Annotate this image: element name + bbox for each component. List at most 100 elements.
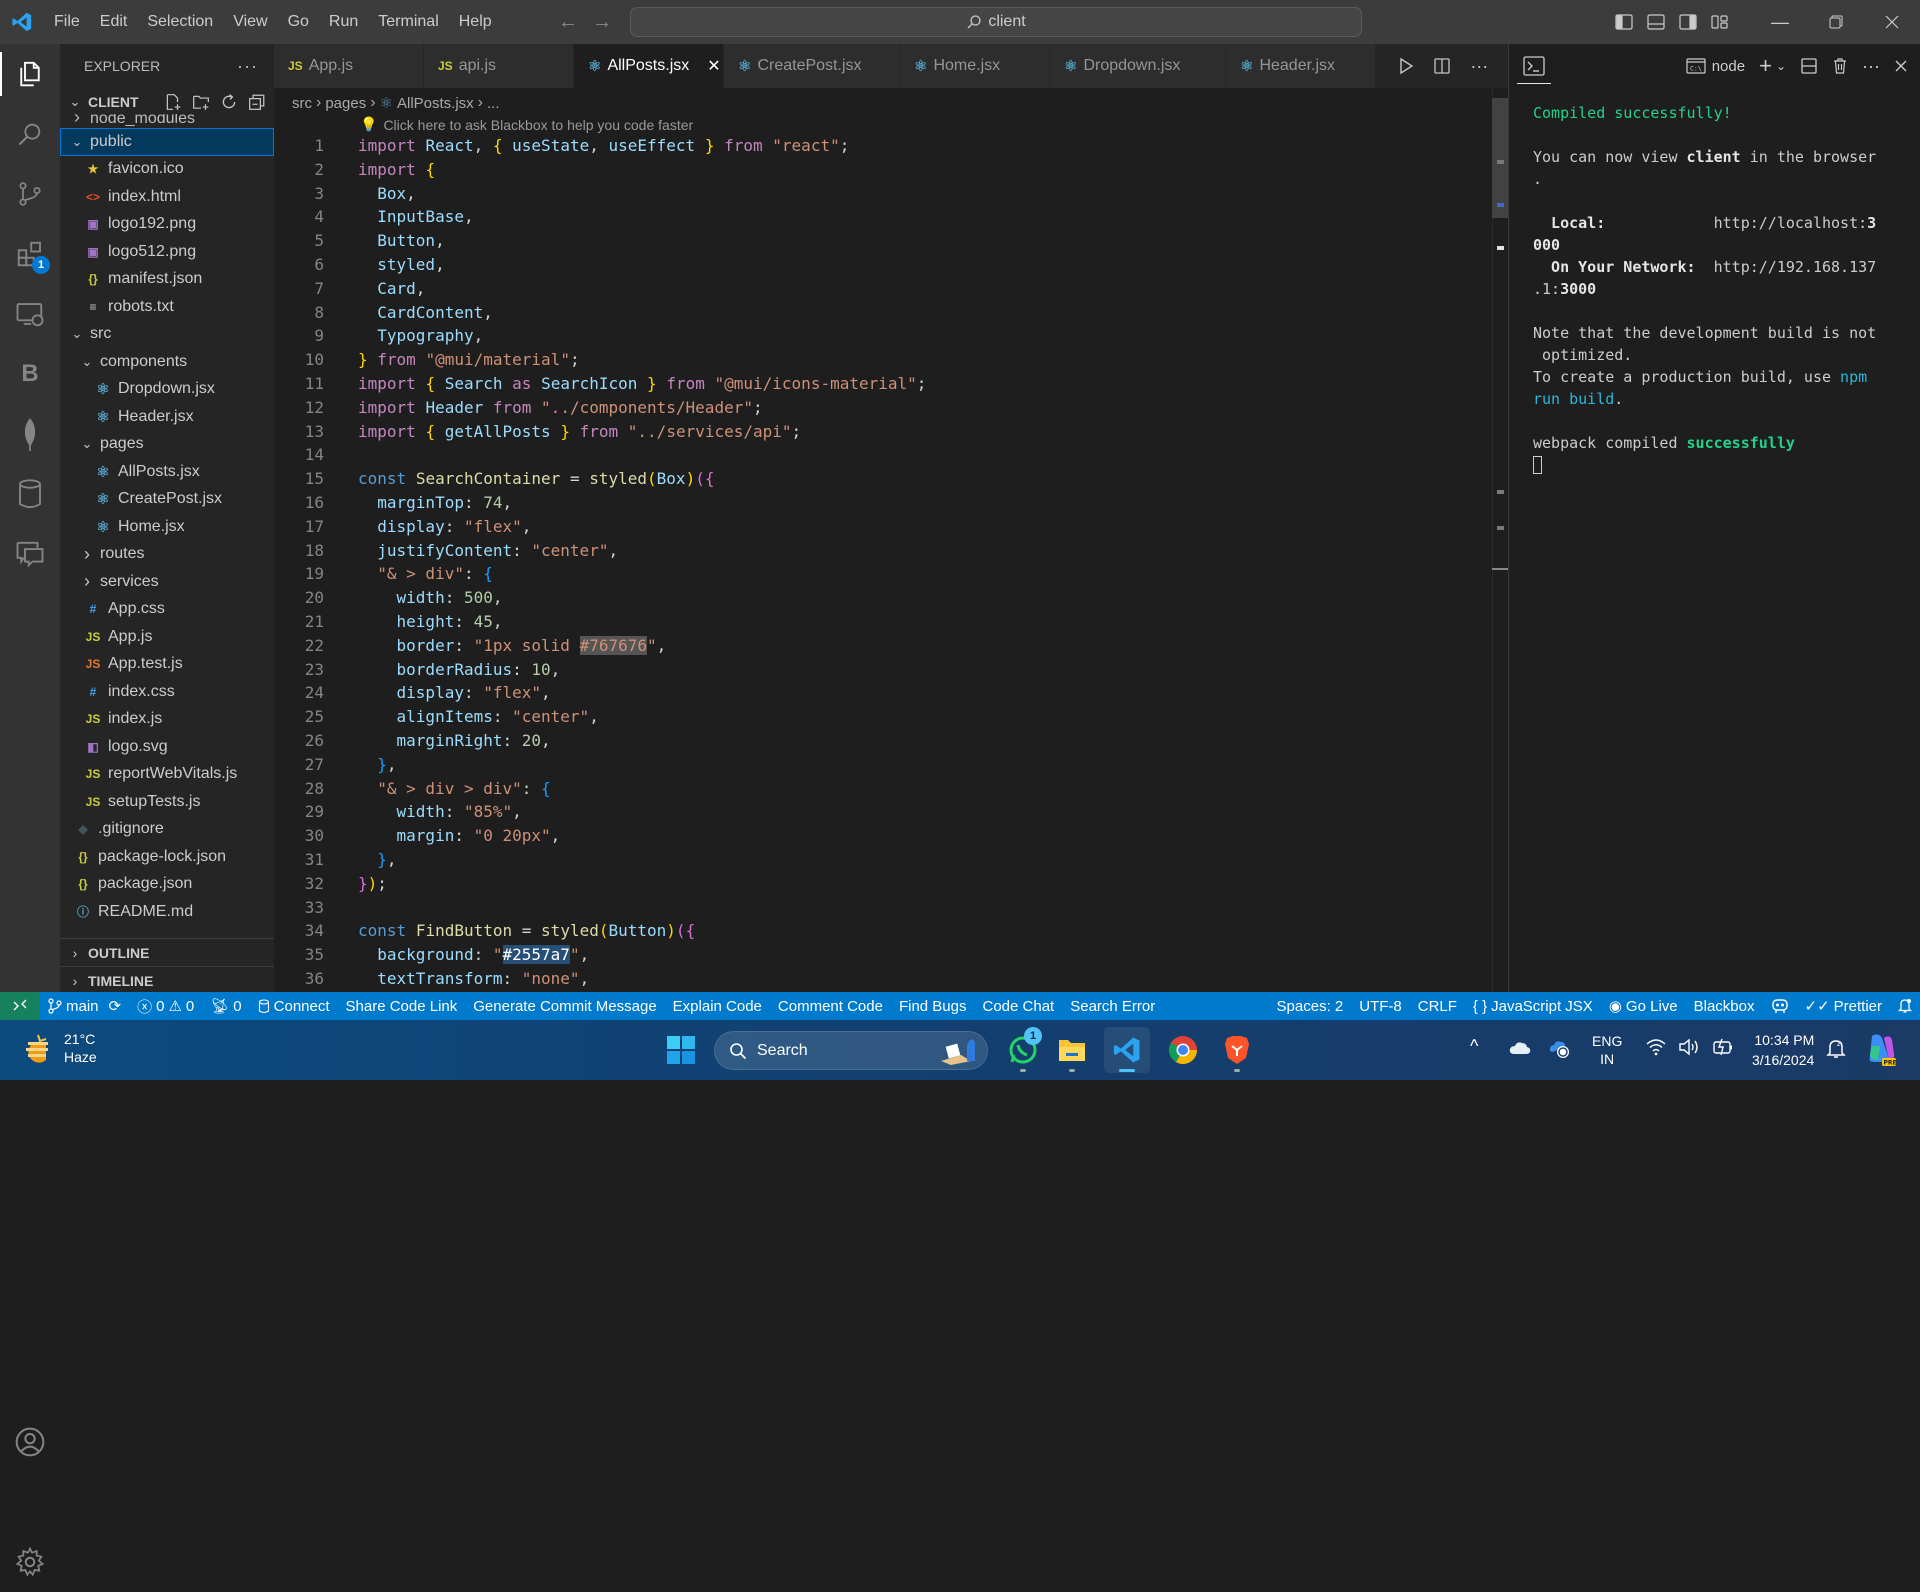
menu-file[interactable]: File xyxy=(44,0,90,44)
ports-indicator[interactable]: 📡︎ 0 xyxy=(202,997,249,1016)
customize-layout-icon[interactable] xyxy=(1704,0,1736,44)
tree-file-dropdown-jsx[interactable]: ⚛ Dropdown.jsx xyxy=(60,376,274,404)
tab-allposts-jsx[interactable]: ⚛ AllPosts.jsx ✕ xyxy=(574,44,724,88)
tab-app-js[interactable]: JS App.js xyxy=(274,44,424,88)
remote-indicator[interactable] xyxy=(0,992,40,1020)
toggle-secondary-sidebar-icon[interactable] xyxy=(1672,0,1704,44)
taskbar-whatsapp[interactable]: 1 xyxy=(1000,1027,1046,1073)
do-not-disturb-bell-icon[interactable]: z xyxy=(1826,1038,1846,1065)
activity-accounts[interactable] xyxy=(0,1412,60,1472)
taskbar-file-explorer[interactable] xyxy=(1049,1027,1095,1073)
menu-terminal[interactable]: Terminal xyxy=(368,0,448,44)
refresh-icon[interactable] xyxy=(220,93,238,111)
taskbar-search[interactable]: Search xyxy=(714,1031,988,1070)
quick-settings[interactable] xyxy=(1646,1038,1734,1056)
tree-file-app-css[interactable]: # App.css xyxy=(60,596,274,624)
tree-folder-src[interactable]: ⌄ src xyxy=(60,321,274,349)
more-actions-icon[interactable]: ··· xyxy=(1862,56,1880,77)
prettier-status[interactable]: ✓✓ Prettier xyxy=(1797,997,1891,1016)
activity-source-control[interactable] xyxy=(0,164,60,224)
weather-widget[interactable]: 21°C Haze xyxy=(24,1030,97,1066)
encoding-indicator[interactable]: UTF-8 xyxy=(1351,998,1410,1015)
tree-folder-services[interactable]: › services xyxy=(60,568,274,596)
run-icon[interactable] xyxy=(1398,57,1414,75)
tree-file-app-test-js[interactable]: JS App.test.js xyxy=(60,651,274,679)
toggle-panel-icon[interactable] xyxy=(1640,0,1672,44)
tab-dropdown-jsx[interactable]: ⚛ Dropdown.jsx xyxy=(1050,44,1226,88)
taskbar-chrome[interactable] xyxy=(1160,1027,1206,1073)
copilot-preview-icon[interactable]: PRE xyxy=(1864,1032,1898,1073)
split-terminal-icon[interactable] xyxy=(1800,57,1818,75)
collapse-all-icon[interactable] xyxy=(248,93,266,111)
scrollbar-thumb[interactable] xyxy=(1492,98,1508,218)
language-indicator[interactable]: ENG IN xyxy=(1592,1032,1622,1068)
status-generate-commit-message[interactable]: Generate Commit Message xyxy=(465,998,664,1015)
menu-help[interactable]: Help xyxy=(449,0,502,44)
tree-file-home-jsx[interactable]: ⚛ Home.jsx xyxy=(60,513,274,541)
status-code-chat[interactable]: Code Chat xyxy=(975,998,1063,1015)
status-connect[interactable]: Connect xyxy=(250,998,338,1015)
language-mode[interactable]: { } JavaScript JSX xyxy=(1465,998,1601,1015)
activity-remote-explorer[interactable] xyxy=(0,284,60,344)
status-search-error[interactable]: Search Error xyxy=(1062,998,1163,1015)
restore-button[interactable] xyxy=(1808,0,1864,44)
tree-file-allposts-jsx[interactable]: ⚛ AllPosts.jsx xyxy=(60,458,274,486)
back-arrow-icon[interactable]: ← xyxy=(558,11,578,34)
menu-run[interactable]: Run xyxy=(319,0,368,44)
activity-mongodb[interactable] xyxy=(0,404,60,464)
more-actions-icon[interactable]: ··· xyxy=(1470,56,1488,77)
tree-file-manifest-json[interactable]: {} manifest.json xyxy=(60,266,274,294)
start-button[interactable] xyxy=(658,1027,704,1073)
workspace-section-header[interactable]: ⌄ CLIENT xyxy=(60,88,274,116)
onedrive-sync-icon[interactable] xyxy=(1548,1038,1572,1065)
chevron-down-icon[interactable]: ⌄ xyxy=(1776,59,1786,73)
tree-file--gitignore[interactable]: ◆ .gitignore xyxy=(60,816,274,844)
status-share-code-link[interactable]: Share Code Link xyxy=(338,998,466,1015)
breadcrumb-item[interactable]: pages xyxy=(325,95,366,112)
code-editor[interactable]: 1 import React, { useState, useEffect } f… xyxy=(274,134,1484,991)
onedrive-icon[interactable] xyxy=(1508,1040,1532,1061)
breadcrumb-item[interactable]: src xyxy=(292,95,312,112)
outline-section[interactable]: › OUTLINE xyxy=(60,938,274,966)
status-explain-code[interactable]: Explain Code xyxy=(665,998,770,1015)
indentation-indicator[interactable]: Spaces: 2 xyxy=(1269,998,1352,1015)
activity-blackbox[interactable]: B xyxy=(0,344,60,404)
tree-folder-routes[interactable]: › routes xyxy=(60,541,274,569)
tab-home-jsx[interactable]: ⚛ Home.jsx xyxy=(900,44,1050,88)
go-live-button[interactable]: ◉ Go Live xyxy=(1601,997,1686,1016)
branch-indicator[interactable]: main ⟳ xyxy=(40,997,129,1015)
tree-file-header-jsx[interactable]: ⚛ Header.jsx xyxy=(60,403,274,431)
activity-extensions[interactable]: 1 xyxy=(0,224,60,284)
editor-scrollbar[interactable] xyxy=(1492,88,1508,992)
tree-file-readme-md[interactable]: ⓘ README.md xyxy=(60,898,274,926)
close-window-button[interactable] xyxy=(1864,0,1920,44)
tree-file-index-html[interactable]: <> index.html xyxy=(60,183,274,211)
menu-go[interactable]: Go xyxy=(278,0,319,44)
tab-createpost-jsx[interactable]: ⚛ CreatePost.jsx xyxy=(724,44,900,88)
tree-folder-public[interactable]: ⌄ public xyxy=(60,128,274,156)
eol-indicator[interactable]: CRLF xyxy=(1410,998,1465,1015)
forward-arrow-icon[interactable]: → xyxy=(592,11,612,34)
tab-header-jsx[interactable]: ⚛ Header.jsx xyxy=(1226,44,1376,88)
menu-selection[interactable]: Selection xyxy=(137,0,223,44)
tree-folder-components[interactable]: ⌄ components xyxy=(60,348,274,376)
terminal-output[interactable]: Compiled successfully! You can now view c… xyxy=(1509,88,1920,474)
trash-icon[interactable] xyxy=(1832,57,1848,75)
tree-file-app-js[interactable]: JS App.js xyxy=(60,623,274,651)
timeline-section[interactable]: › TIMELINE xyxy=(60,966,274,994)
new-file-icon[interactable] xyxy=(164,93,182,111)
activity-manage[interactable] xyxy=(0,1532,60,1592)
problems-indicator[interactable]: ⓧ 0 ⚠ 0 xyxy=(129,996,202,1017)
tree-file-reportwebvitals-js[interactable]: JS reportWebVitals.js xyxy=(60,761,274,789)
tree-file-favicon-ico[interactable]: ★ favicon.ico xyxy=(60,156,274,184)
toggle-primary-sidebar-icon[interactable] xyxy=(1608,0,1640,44)
activity-explorer[interactable] xyxy=(0,44,60,104)
taskbar-brave[interactable] xyxy=(1214,1027,1260,1073)
status-comment-code[interactable]: Comment Code xyxy=(770,998,891,1015)
close-panel-icon[interactable] xyxy=(1894,59,1908,73)
breadcrumb-item[interactable]: AllPosts.jsx xyxy=(397,95,474,112)
clock[interactable]: 10:34 PM 3/16/2024 xyxy=(1752,1030,1814,1070)
tree-file-logo-svg[interactable]: ◧ logo.svg xyxy=(60,733,274,761)
tree-file-setuptests-js[interactable]: JS setupTests.js xyxy=(60,788,274,816)
menu-edit[interactable]: Edit xyxy=(90,0,138,44)
